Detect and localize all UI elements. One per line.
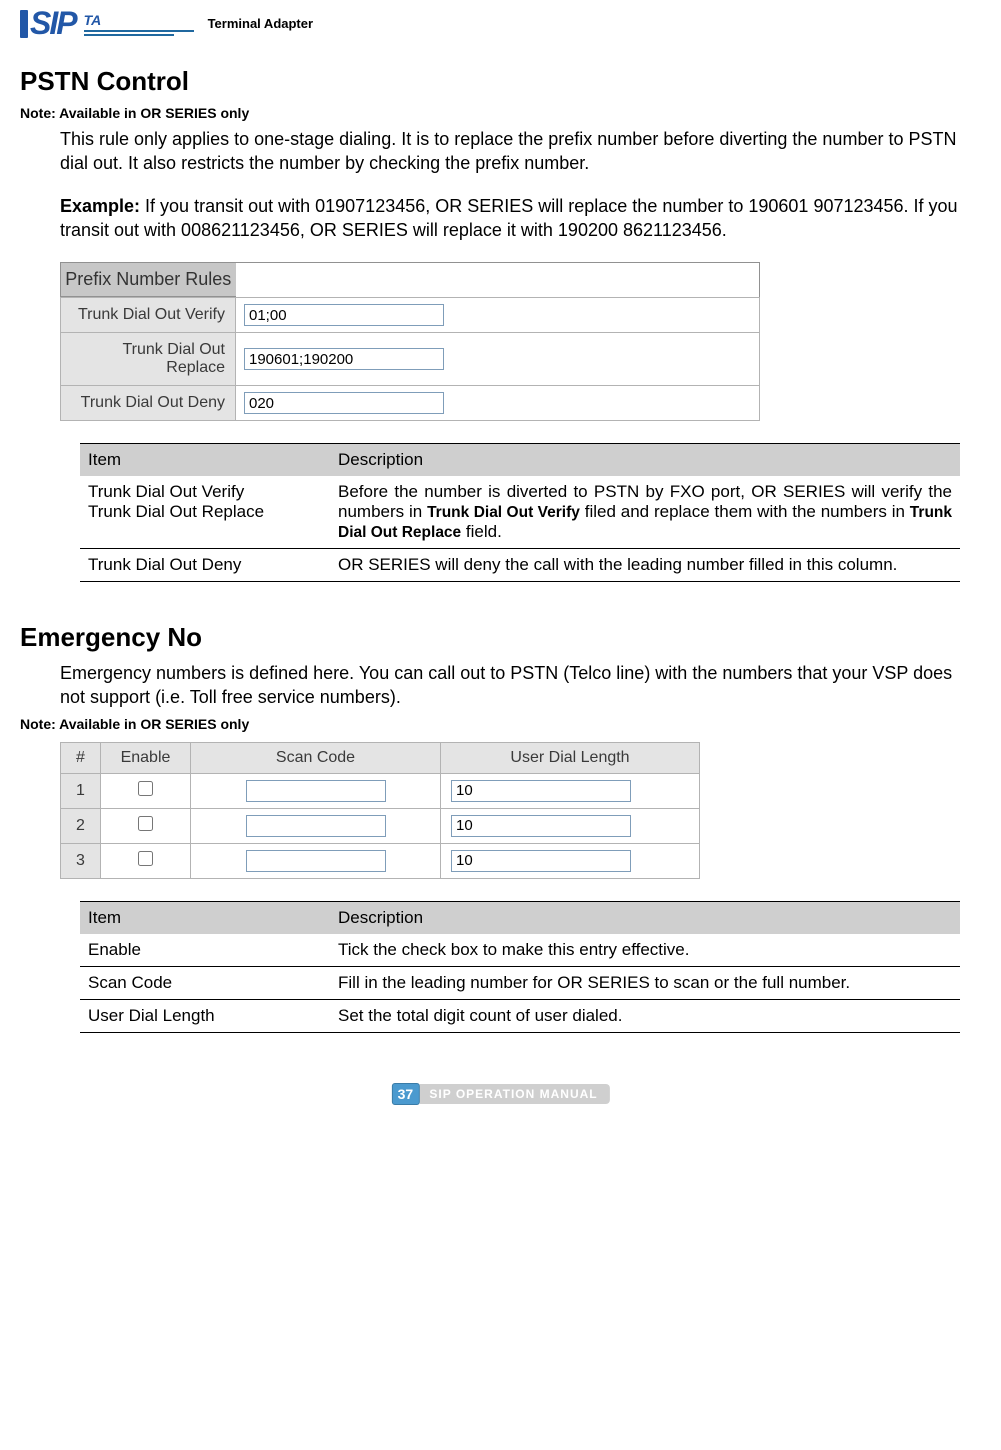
desc-item-cell: Enable (80, 934, 330, 967)
product-line-label: Terminal Adapter (208, 16, 313, 31)
udl-cell (441, 808, 700, 843)
table-row: Scan Code Fill in the leading number for… (80, 966, 960, 999)
brand-subtext: TA (84, 12, 102, 28)
emergency-note: Note: Available in OR SERIES only (20, 716, 981, 732)
scan-cell (191, 808, 441, 843)
logo-mark-icon (20, 10, 28, 38)
doc-header: SIP TA Terminal Adapter (20, 0, 981, 52)
scan-code-input[interactable] (246, 780, 386, 802)
trunk-deny-label: Trunk Dial Out Deny (61, 386, 236, 421)
enable-cell (101, 773, 191, 808)
col-header-num: # (61, 742, 101, 773)
example-label: Example: (60, 196, 140, 216)
user-dial-length-input[interactable] (451, 850, 631, 872)
table-row: 3 (61, 843, 700, 878)
trunk-replace-input[interactable] (244, 348, 444, 370)
page-footer: 37 SIP OPERATION MANUAL (20, 1083, 981, 1123)
row-number: 2 (61, 808, 101, 843)
desc-item-cell: Trunk Dial Out Verify Trunk Dial Out Rep… (80, 476, 330, 549)
desc-header-item: Item (80, 901, 330, 934)
enable-checkbox[interactable] (138, 851, 153, 866)
col-header-scan: Scan Code (191, 742, 441, 773)
trunk-verify-input[interactable] (244, 304, 444, 326)
desc-item-line: Trunk Dial Out Replace (88, 502, 322, 522)
logo-lines-icon (84, 30, 194, 36)
desc-text-cell: Before the number is diverted to PSTN by… (330, 476, 960, 549)
desc-text-cell: Fill in the leading number for OR SERIES… (330, 966, 960, 999)
emergency-desc-table: Item Description Enable Tick the check b… (80, 901, 960, 1033)
scan-code-input[interactable] (246, 815, 386, 837)
trunk-deny-cell (236, 386, 760, 421)
col-header-enable: Enable (101, 742, 191, 773)
scan-cell (191, 773, 441, 808)
emergency-grid: # Enable Scan Code User Dial Length 1 2 … (60, 742, 700, 879)
table-row: Enable Tick the check box to make this e… (80, 934, 960, 967)
trunk-verify-label: Trunk Dial Out Verify (61, 298, 236, 333)
page-title-pstn: PSTN Control (20, 66, 981, 97)
desc-header-desc: Description (330, 444, 960, 477)
udl-cell (441, 843, 700, 878)
enable-checkbox[interactable] (138, 816, 153, 831)
row-number: 1 (61, 773, 101, 808)
desc-text: filed and replace them with the numbers … (580, 502, 910, 521)
prefix-rule-row: Trunk Dial Out Replace (61, 333, 760, 386)
example-text: If you transit out with 01907123456, OR … (60, 196, 958, 240)
page-title-emergency: Emergency No (20, 622, 981, 653)
pstn-intro: This rule only applies to one-stage dial… (60, 127, 981, 176)
footer-label: SIP OPERATION MANUAL (419, 1084, 609, 1104)
table-row: Trunk Dial Out Verify Trunk Dial Out Rep… (80, 476, 960, 549)
row-number: 3 (61, 843, 101, 878)
desc-text-cell: Set the total digit count of user dialed… (330, 999, 960, 1032)
prefix-rule-row: Trunk Dial Out Deny (61, 386, 760, 421)
desc-header-desc: Description (330, 901, 960, 934)
pstn-note: Note: Available in OR SERIES only (20, 105, 981, 121)
prefix-rules-title: Prefix Number Rules (61, 263, 236, 297)
scan-code-input[interactable] (246, 850, 386, 872)
desc-item-line: Trunk Dial Out Verify (88, 482, 322, 502)
trunk-verify-cell (236, 298, 760, 333)
desc-emph: Trunk Dial Out Verify (427, 504, 580, 521)
emergency-intro: Emergency numbers is defined here. You c… (60, 661, 981, 710)
pstn-example: Example: If you transit out with 0190712… (60, 194, 981, 243)
prefix-rules-panel: Prefix Number Rules Trunk Dial Out Verif… (60, 262, 760, 421)
brand-text: SIP (30, 5, 76, 42)
desc-item-cell: Scan Code (80, 966, 330, 999)
enable-checkbox[interactable] (138, 781, 153, 796)
desc-header-item: Item (80, 444, 330, 477)
brand-logo: SIP TA (20, 5, 194, 42)
table-row: User Dial Length Set the total digit cou… (80, 999, 960, 1032)
scan-cell (191, 843, 441, 878)
desc-item-cell: Trunk Dial Out Deny (80, 549, 330, 582)
table-row: 2 (61, 808, 700, 843)
pstn-desc-table: Item Description Trunk Dial Out Verify T… (80, 443, 960, 582)
trunk-replace-label: Trunk Dial Out Replace (61, 333, 236, 386)
trunk-replace-cell (236, 333, 760, 386)
user-dial-length-input[interactable] (451, 780, 631, 802)
enable-cell (101, 843, 191, 878)
desc-text-cell: Tick the check box to make this entry ef… (330, 934, 960, 967)
col-header-udl: User Dial Length (441, 742, 700, 773)
udl-cell (441, 773, 700, 808)
user-dial-length-input[interactable] (451, 815, 631, 837)
desc-item-cell: User Dial Length (80, 999, 330, 1032)
desc-text-cell: OR SERIES will deny the call with the le… (330, 549, 960, 582)
enable-cell (101, 808, 191, 843)
table-row: 1 (61, 773, 700, 808)
page-number: 37 (391, 1083, 419, 1105)
desc-text: field. (461, 522, 502, 541)
trunk-deny-input[interactable] (244, 392, 444, 414)
table-row: Trunk Dial Out Deny OR SERIES will deny … (80, 549, 960, 582)
prefix-rule-row: Trunk Dial Out Verify (61, 298, 760, 333)
